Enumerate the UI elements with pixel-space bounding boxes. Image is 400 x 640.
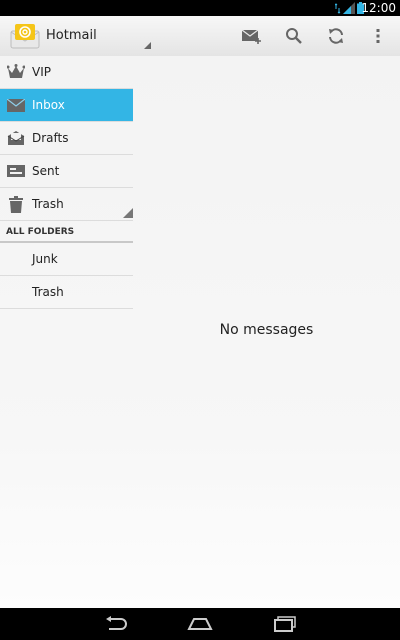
sidebar-item-label: Sent: [32, 164, 60, 178]
sidebar-item-label: Drafts: [32, 131, 69, 145]
envelope-icon: [0, 98, 32, 112]
folder-item-label: Trash: [32, 285, 64, 299]
expand-folders-caret-icon[interactable]: [123, 208, 133, 218]
folder-item-junk[interactable]: Junk: [0, 243, 133, 276]
back-button[interactable]: [100, 614, 130, 634]
status-bar: 12:00: [0, 0, 400, 16]
refresh-button[interactable]: [322, 22, 350, 50]
action-bar: Hotmail: [0, 16, 400, 57]
sidebar-item-vip[interactable]: VIP: [0, 56, 133, 89]
account-dropdown-caret-icon[interactable]: [144, 42, 151, 49]
message-list: No messages: [133, 56, 400, 608]
empty-message: No messages: [219, 322, 314, 338]
compose-icon: [241, 29, 261, 44]
recent-apps-button[interactable]: [270, 614, 300, 634]
folder-sidebar: VIP Inbox Drafts Sent Trash ALL FOLDERS …: [0, 56, 133, 309]
sidebar-item-trash[interactable]: Trash: [0, 188, 133, 221]
folder-item-trash[interactable]: Trash: [0, 276, 133, 309]
navigation-bar: [0, 608, 400, 640]
sidebar-item-drafts[interactable]: Drafts: [0, 122, 133, 155]
data-arrows-icon: [335, 2, 341, 14]
sidebar-item-label: Trash: [32, 197, 64, 211]
search-button[interactable]: [280, 22, 308, 50]
sidebar-item-sent[interactable]: Sent: [0, 155, 133, 188]
sidebar-item-inbox[interactable]: Inbox: [0, 89, 133, 122]
sidebar-item-label: Inbox: [32, 98, 65, 112]
sidebar-item-label: VIP: [32, 65, 51, 79]
home-icon: [187, 618, 213, 630]
drafts-icon: [0, 130, 32, 146]
back-icon: [106, 616, 127, 630]
section-header-all-folders: ALL FOLDERS: [0, 221, 133, 243]
mail-app-icon[interactable]: [10, 23, 40, 49]
refresh-icon: [329, 28, 343, 44]
crown-icon: [0, 64, 32, 80]
home-button[interactable]: [185, 614, 215, 634]
clock: 12:00: [361, 1, 396, 15]
recent-apps-icon: [274, 616, 296, 632]
status-icons: [335, 2, 364, 14]
search-icon: [286, 28, 302, 44]
compose-button[interactable]: [238, 22, 266, 50]
folder-item-label: Junk: [32, 252, 58, 266]
overflow-menu-button[interactable]: [364, 22, 392, 50]
trash-icon: [0, 195, 32, 213]
signal-icon: [343, 2, 355, 14]
account-name[interactable]: Hotmail: [46, 16, 97, 56]
sent-icon: [0, 165, 32, 177]
overflow-menu-icon: [376, 29, 380, 43]
